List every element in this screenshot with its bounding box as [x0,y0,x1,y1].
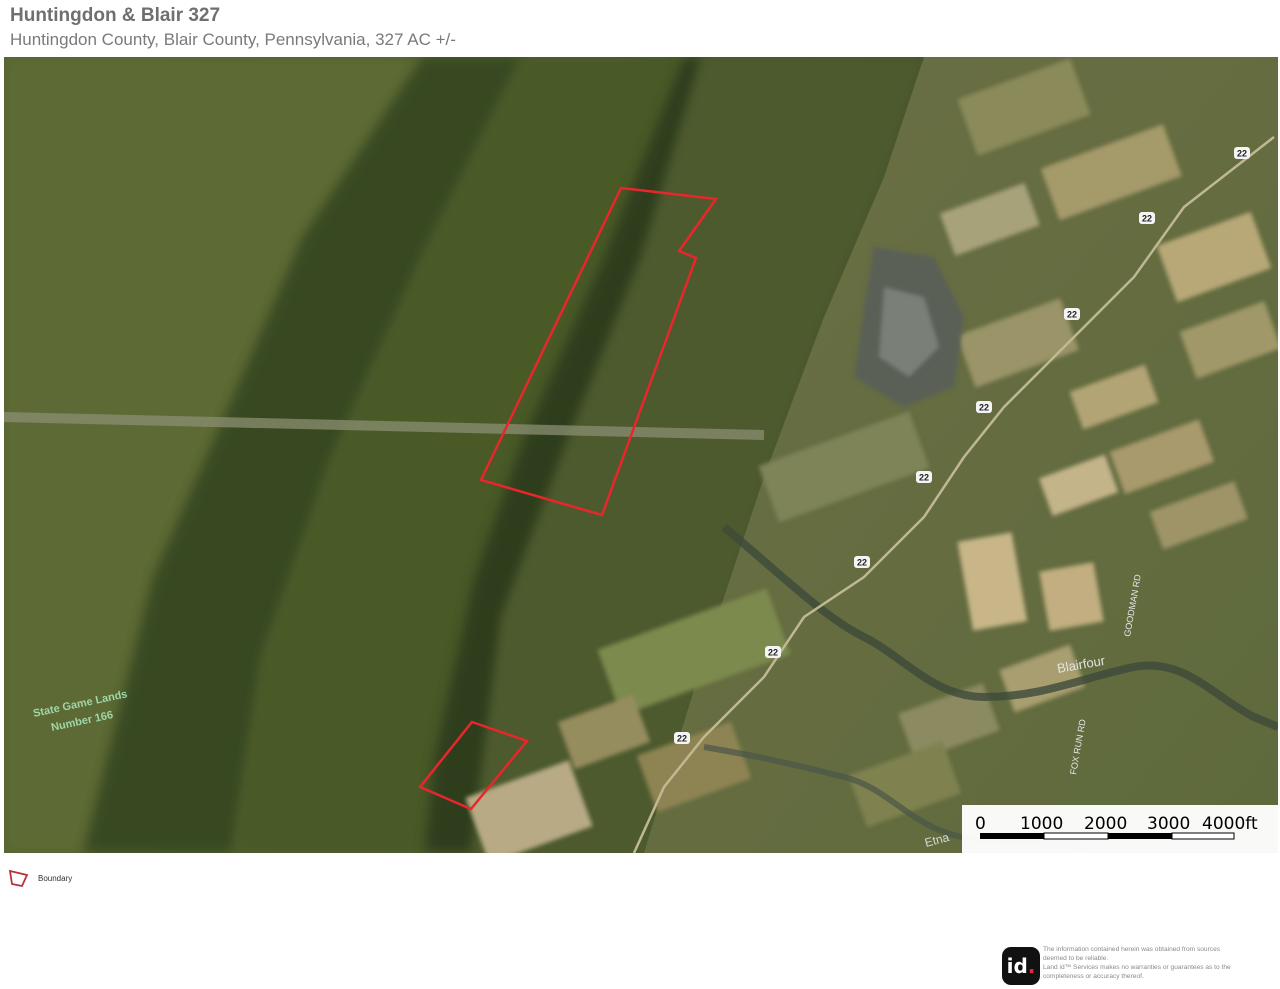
scale-tick-3000: 3000 [1147,814,1190,834]
boundary-legend-icon [8,869,29,888]
scale-tick-0: 0 [975,814,986,834]
route-shield-7: 22 [765,646,781,658]
route-shield-5-label: 22 [919,473,929,483]
route-shield-2-label: 22 [1142,214,1152,224]
map-subtitle: Huntingdon County, Blair County, Pennsyl… [10,30,456,49]
route-shield-6: 22 [854,556,870,568]
scale-segment-4 [1171,832,1235,840]
route-shield-5: 22 [916,471,932,483]
route-shield-4-label: 22 [979,403,989,413]
land-id-logo: id. [1002,947,1040,985]
route-shield-1-label: 22 [1237,149,1247,159]
route-shield-7-label: 22 [768,648,778,658]
scale-segment-3 [1108,833,1172,839]
scale-segment-1 [980,833,1044,839]
route-shield-1: 22 [1234,147,1250,159]
route-shield-8-label: 22 [677,734,687,744]
route-shield-8: 22 [674,732,690,744]
disclaimer: The information contained herein was obt… [1043,945,1279,981]
disclaimer-line: deemed to be reliable. [1043,955,1109,962]
satellite-map[interactable]: 22 22 22 22 22 22 22 22 State Game Lands… [4,57,1278,853]
scale-tick-2000: 2000 [1084,814,1127,834]
map-title: Huntingdon & Blair 327 [10,5,221,26]
disclaimer-line: Land id™ Services makes no warranties or… [1043,964,1231,971]
map-legend: Boundary [8,868,72,888]
scale-tick-4000: 4000ft [1202,814,1258,834]
footer: id. The information contained herein was… [1002,945,1278,987]
disclaimer-line: The information contained herein was obt… [1043,946,1221,953]
scale-bar: 0 1000 2000 3000 4000ft [962,805,1278,853]
route-shield-6-label: 22 [857,558,867,568]
scale-tick-1000: 1000 [1020,814,1063,834]
legend-label-boundary: Boundary [38,873,73,883]
route-shield-3: 22 [1064,308,1080,320]
route-shield-2: 22 [1139,212,1155,224]
route-shield-3-label: 22 [1067,310,1077,320]
route-shield-4: 22 [976,401,992,413]
scale-segment-2 [1043,832,1109,840]
disclaimer-line: completeness or accuracy thereof. [1043,973,1144,980]
